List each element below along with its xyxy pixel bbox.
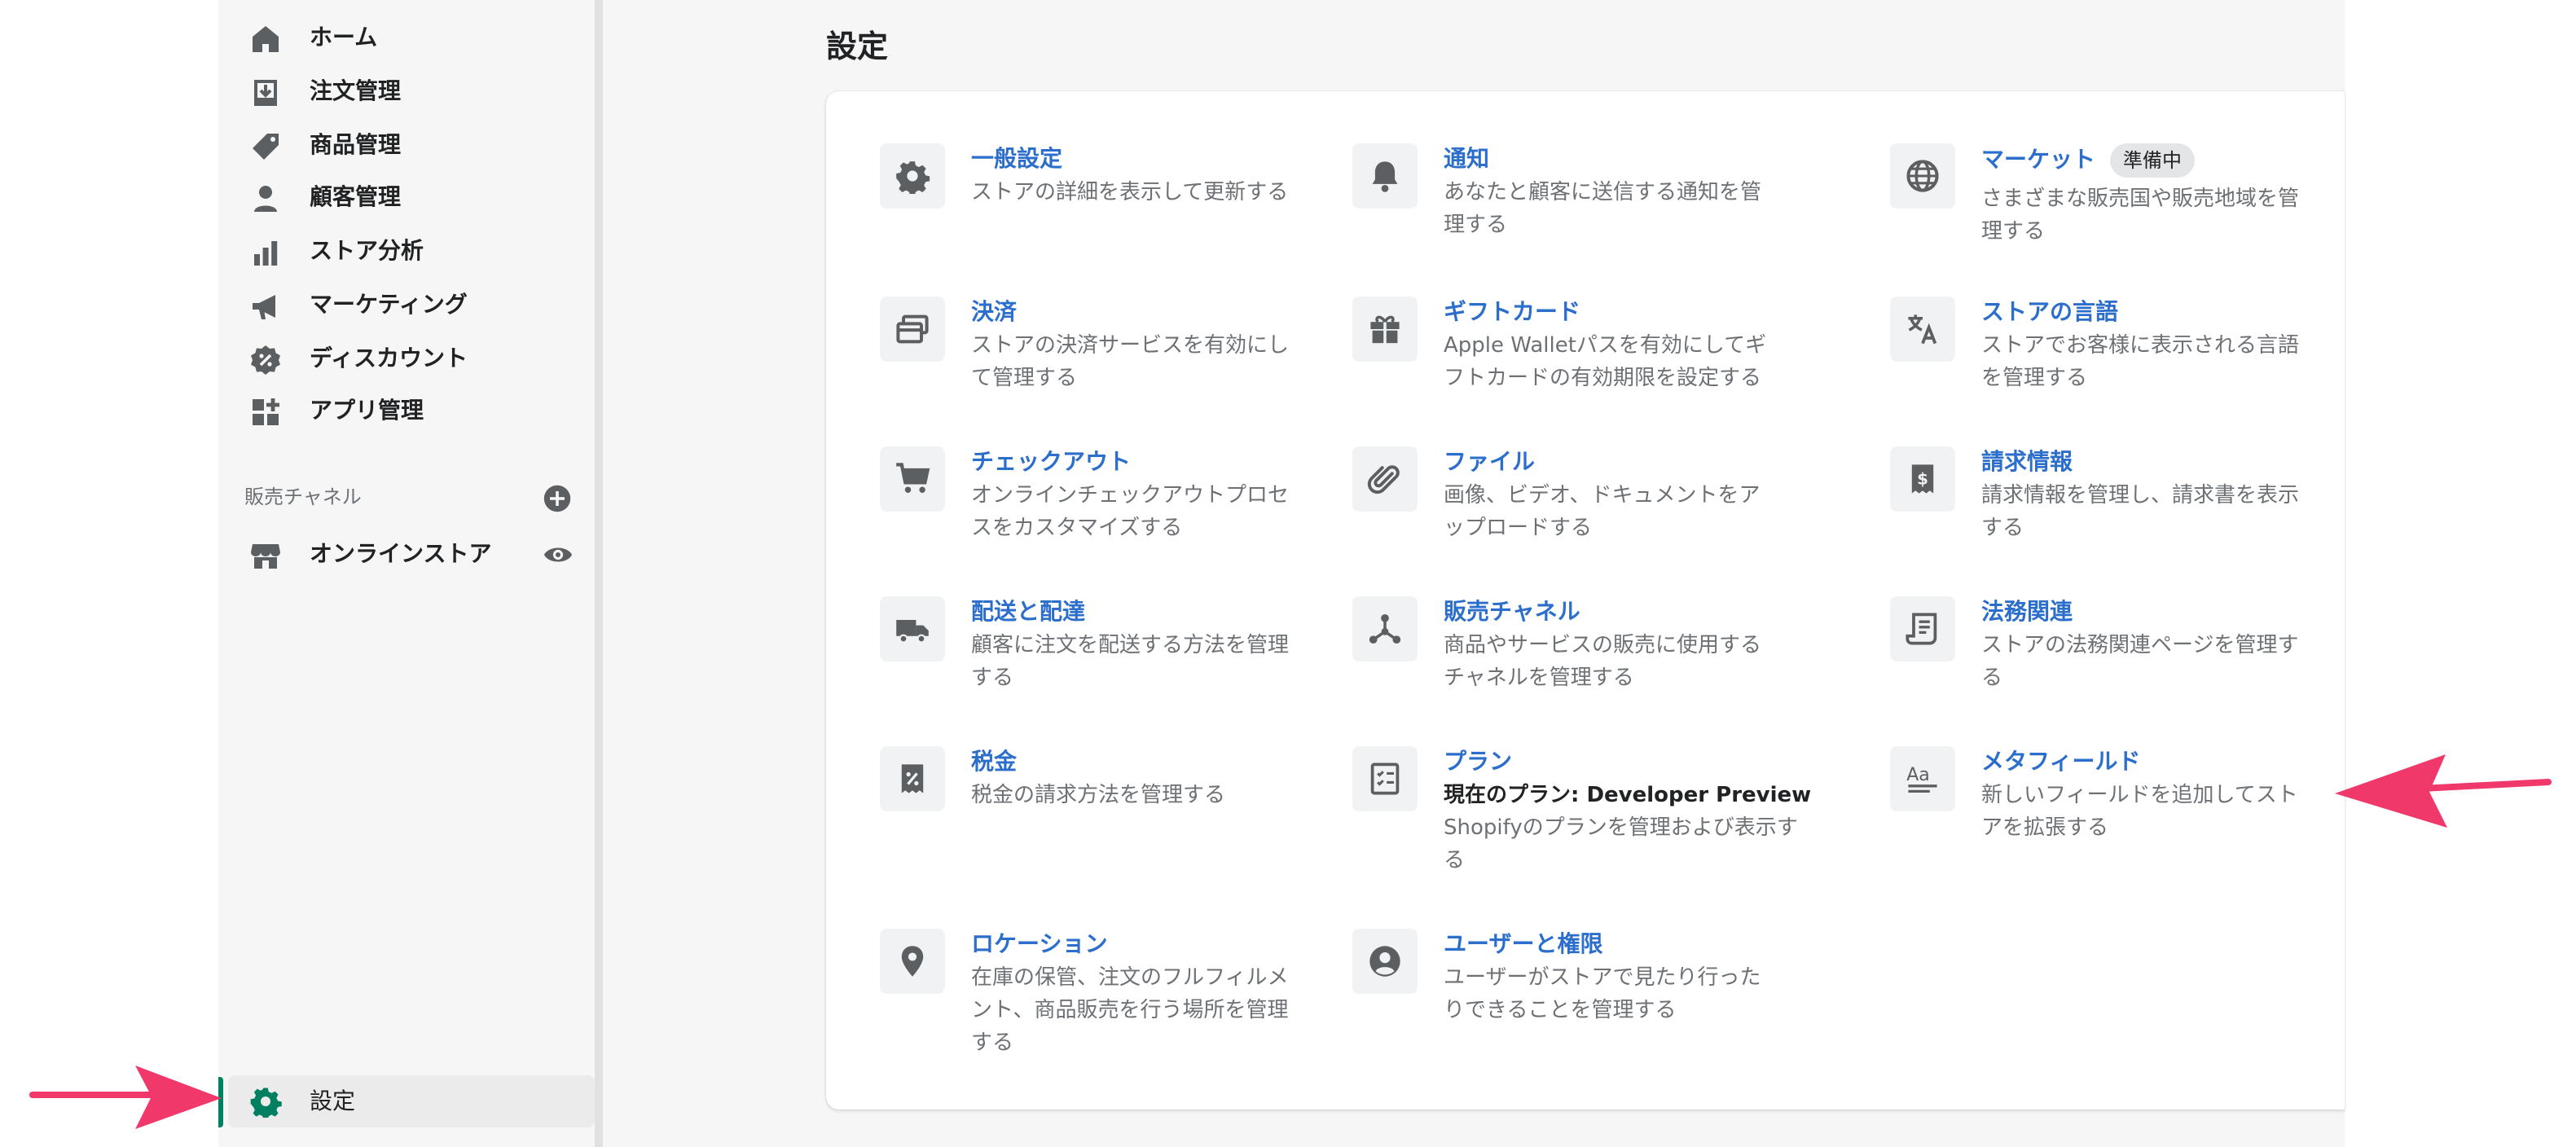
setting-title-text: マーケット [1981, 146, 2096, 173]
location-icon [880, 929, 945, 994]
plan-icon [1352, 746, 1418, 811]
apps-icon [249, 396, 282, 428]
translate-icon [1890, 297, 1955, 362]
setting-title: 請求情報 [1981, 448, 2073, 475]
svg-text:Aa: Aa [1906, 765, 1930, 785]
sidebar-item-marketing[interactable]: マーケティング [218, 280, 595, 329]
sidebar-item-label: ストア分析 [310, 237, 424, 264]
sidebar-item-home[interactable]: ホーム [218, 13, 595, 62]
analytics-icon [249, 236, 282, 269]
store-icon [249, 539, 282, 572]
setting-title: マーケット 準備中 [1981, 143, 2196, 178]
sidebar-item-label: 注文管理 [310, 77, 402, 104]
add-circle-icon[interactable] [543, 484, 572, 513]
setting-title: ロケーション [971, 930, 1108, 957]
current-plan: 現在のプラン: Developer Preview [1444, 783, 1812, 807]
setting-title: プラン [1444, 748, 1513, 775]
tag-icon [249, 130, 282, 163]
settings-card: 一般設定 ストアの詳細を表示して更新する 通知 あなたと顧客に送信する通知を管理… [826, 91, 2345, 1110]
setting-description: ユーザーがストアで見たり行ったりできることを管理する [1444, 965, 1761, 1022]
sidebar-item-orders[interactable]: 注文管理 [218, 67, 595, 116]
setting-title: ギフトカード [1444, 298, 1581, 325]
orders-icon [249, 77, 282, 109]
sidebar-item-apps[interactable]: アプリ管理 [218, 386, 595, 435]
page-title: 設定 [826, 29, 889, 64]
setting-description: あなたと顧客に送信する通知を管理する [1444, 180, 1762, 237]
sidebar-item-settings[interactable]: 設定 [228, 1075, 595, 1127]
tax-icon [880, 746, 945, 811]
setting-title: ユーザーと権限 [1444, 930, 1603, 957]
sidebar-item-label: アプリ管理 [310, 397, 424, 424]
setting-title: 決済 [971, 298, 1018, 325]
cart-icon [880, 446, 945, 512]
discount-icon [249, 344, 282, 376]
setting-description: 現在のプラン: Developer Preview Shopifyのプランを管理… [1444, 779, 1818, 877]
legal-icon [1890, 596, 1955, 661]
user-circle-icon [1352, 929, 1418, 994]
setting-title: メタフィールド [1981, 748, 2141, 775]
home-icon [249, 23, 282, 55]
sidebar-item-analytics[interactable]: ストア分析 [218, 226, 595, 275]
annotation-arrow-left [2335, 754, 2552, 828]
setting-title: 通知 [1444, 145, 1490, 172]
metafields-icon: Aa [1890, 746, 1955, 811]
plan-description: Shopifyのプランを管理および表示する [1444, 815, 1798, 872]
customer-icon [249, 182, 282, 215]
setting-description: オンラインチェックアウトプロセスをカスタマイズする [971, 483, 1290, 540]
sales-channels-heading: 販売チャネル [244, 486, 362, 508]
setting-description: 税金の請求方法を管理する [971, 783, 1226, 807]
sidebar-item-label: マーケティング [310, 291, 468, 318]
setting-title: チェックアウト [971, 448, 1132, 475]
sidebar-item-label: 設定 [310, 1088, 356, 1114]
setting-description: 画像、ビデオ、ドキュメントをアップロードする [1444, 483, 1761, 540]
megaphone-icon [249, 290, 282, 323]
status-badge: 準備中 [2110, 143, 2196, 178]
sidebar-item-label: ディスカウント [310, 345, 468, 371]
gift-icon [1352, 297, 1418, 362]
gear-icon [880, 143, 945, 209]
sidebar-item-label: オンラインストア [310, 540, 492, 567]
setting-description: 顧客に注文を配送する方法を管理する [971, 633, 1290, 690]
setting-title: 配送と配達 [971, 598, 1086, 625]
gear-icon [249, 1085, 282, 1118]
channels-icon [1352, 596, 1418, 661]
svg-text:$: $ [1917, 470, 1928, 489]
sidebar-item-label: 商品管理 [310, 131, 402, 158]
setting-title: 販売チャネル [1444, 598, 1580, 625]
sidebar-item-customers[interactable]: 顧客管理 [218, 173, 595, 222]
sidebar-item-products[interactable]: 商品管理 [218, 121, 595, 169]
setting-description: 請求情報を管理し、請求書を表示する [1981, 483, 2300, 540]
bell-icon [1352, 143, 1418, 209]
setting-title: ストアの言語 [1981, 298, 2119, 325]
setting-description: ストアでお客様に表示される言語を管理する [1981, 333, 2300, 390]
setting-description: ストアの決済サービスを有効にして管理する [971, 333, 1290, 390]
setting-title: 一般設定 [971, 145, 1063, 172]
setting-description: ストアの詳細を表示して更新する [971, 180, 1289, 204]
setting-description: ストアの法務関連ページを管理する [1981, 633, 2299, 690]
sidebar-divider [595, 0, 603, 1147]
sidebar: ホーム 注文管理 商品管理 顧客管理 ストア分析 マーケティング ディスカウント… [218, 0, 595, 1147]
globe-icon [1890, 143, 1955, 209]
sidebar-item-online-store[interactable]: オンラインストア [218, 530, 528, 578]
setting-description: 在庫の保管、注文のフルフィルメント、商品販売を行う場所を管理する [971, 965, 1289, 1055]
payment-icon [880, 297, 945, 362]
sidebar-item-label: ホーム [310, 24, 378, 51]
setting-description: さまざまな販売国や販売地域を管理する [1981, 187, 2300, 244]
setting-title: 法務関連 [1981, 598, 2073, 625]
billing-icon: $ [1890, 446, 1955, 512]
annotation-arrow-right [29, 1066, 222, 1129]
paperclip-icon [1352, 446, 1418, 512]
setting-description: 商品やサービスの販売に使用するチャネルを管理する [1444, 633, 1762, 690]
setting-description: 新しいフィールドを追加してストアを拡張する [1981, 783, 2298, 840]
setting-title: ファイル [1444, 448, 1536, 475]
sidebar-item-discounts[interactable]: ディスカウント [218, 334, 595, 383]
eye-icon[interactable] [543, 539, 574, 570]
sidebar-item-label: 顧客管理 [310, 183, 402, 210]
setting-title: 税金 [971, 748, 1018, 775]
truck-icon [880, 596, 945, 661]
setting-description: Apple Walletパスを有効にしてギフトカードの有効期限を設定する [1444, 333, 1767, 390]
